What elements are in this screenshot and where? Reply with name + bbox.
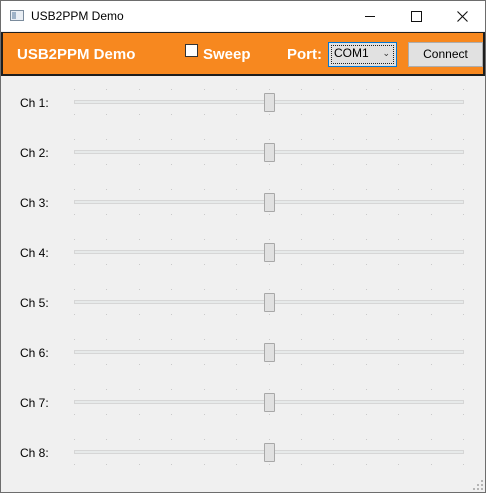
channel-label: Ch 4: xyxy=(20,246,49,260)
close-button[interactable] xyxy=(439,1,485,31)
channel-slider-thumb[interactable] xyxy=(263,343,275,362)
minimize-button[interactable] xyxy=(347,1,393,31)
channel-row: Ch 2: xyxy=(1,127,485,177)
channel-row: Ch 3: xyxy=(1,177,485,227)
chevron-down-icon: ⌄ xyxy=(382,48,390,58)
channel-slider-thumb[interactable] xyxy=(263,443,275,462)
close-icon xyxy=(456,10,468,22)
minimize-icon xyxy=(365,15,375,17)
channel-slider-thumb[interactable] xyxy=(263,143,275,162)
channel-label: Ch 7: xyxy=(20,396,49,410)
channel-slider-thumb[interactable] xyxy=(263,393,275,412)
maximize-button[interactable] xyxy=(393,1,439,31)
app-window: USB2PPM Demo USB2PPM Demo Sweep Port: CO… xyxy=(0,0,486,493)
channel-row: Ch 7: xyxy=(1,377,485,427)
window-title: USB2PPM Demo xyxy=(31,9,124,23)
sweep-checkbox[interactable] xyxy=(185,44,198,57)
channel-slider-thumb[interactable] xyxy=(263,243,275,262)
maximize-icon xyxy=(410,10,422,22)
header-title: USB2PPM Demo xyxy=(17,46,136,63)
connect-button[interactable]: Connect xyxy=(408,42,483,67)
channel-slider-thumb[interactable] xyxy=(263,93,275,112)
channel-slider-thumb[interactable] xyxy=(263,293,275,312)
sweep-label[interactable]: Sweep xyxy=(203,46,251,63)
resize-grip-icon[interactable] xyxy=(473,480,483,490)
channel-row: Ch 1: xyxy=(1,77,485,127)
header-bar: USB2PPM Demo Sweep Port: COM1 ⌄ Connect xyxy=(1,32,485,76)
app-window-icon xyxy=(10,10,24,21)
port-label: Port: xyxy=(287,46,322,63)
channel-label: Ch 5: xyxy=(20,296,49,310)
channel-label: Ch 1: xyxy=(20,96,49,110)
channel-row: Ch 4: xyxy=(1,227,485,277)
port-select[interactable]: COM1 ⌄ xyxy=(328,42,397,67)
channel-slider-thumb[interactable] xyxy=(263,193,275,212)
channel-label: Ch 6: xyxy=(20,346,49,360)
channel-row: Ch 8: xyxy=(1,427,485,477)
channel-label: Ch 8: xyxy=(20,446,49,460)
channel-label: Ch 3: xyxy=(20,196,49,210)
channel-label: Ch 2: xyxy=(20,146,49,160)
title-bar[interactable]: USB2PPM Demo xyxy=(1,1,485,31)
channel-row: Ch 6: xyxy=(1,327,485,377)
channel-row: Ch 5: xyxy=(1,277,485,327)
